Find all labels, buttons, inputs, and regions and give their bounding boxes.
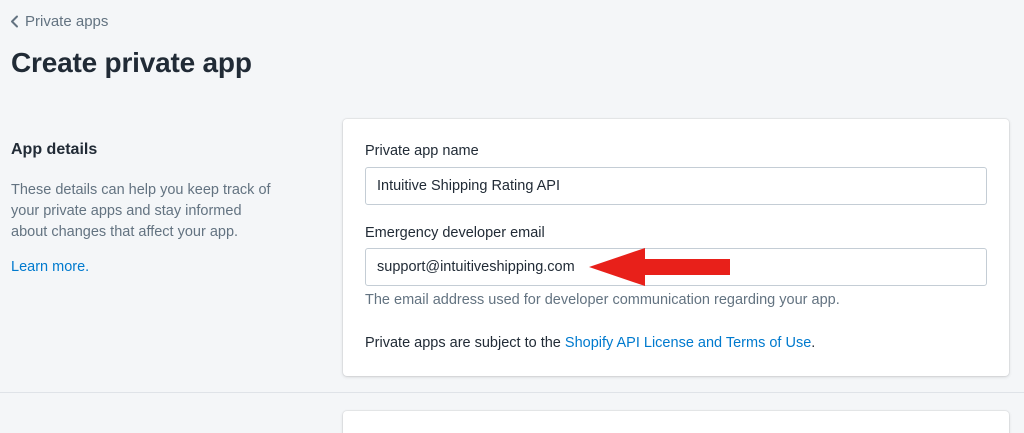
section-divider xyxy=(0,392,1024,393)
app-name-label: Private app name xyxy=(365,143,479,159)
page-title: Create private app xyxy=(11,47,252,78)
learn-more-link[interactable]: Learn more. xyxy=(11,259,89,275)
terms-text: Private apps are subject to the Shopify … xyxy=(365,335,815,351)
section-description: These details can help you keep track of… xyxy=(11,182,271,240)
email-help-text: The email address used for developer com… xyxy=(365,292,840,308)
next-section-card xyxy=(343,411,1009,433)
red-arrow-icon xyxy=(589,248,734,291)
breadcrumb-label: Private apps xyxy=(25,13,109,30)
terms-link[interactable]: Shopify API License and Terms of Use xyxy=(565,335,811,351)
section-title: App details xyxy=(11,141,98,158)
app-name-input[interactable]: Intuitive Shipping Rating API xyxy=(365,167,987,205)
chevron-left-icon xyxy=(10,15,19,28)
breadcrumb[interactable]: Private apps xyxy=(10,13,108,30)
terms-suffix: . xyxy=(811,335,816,351)
terms-prefix: Private apps are subject to the xyxy=(365,335,565,351)
email-label: Emergency developer email xyxy=(365,225,545,241)
